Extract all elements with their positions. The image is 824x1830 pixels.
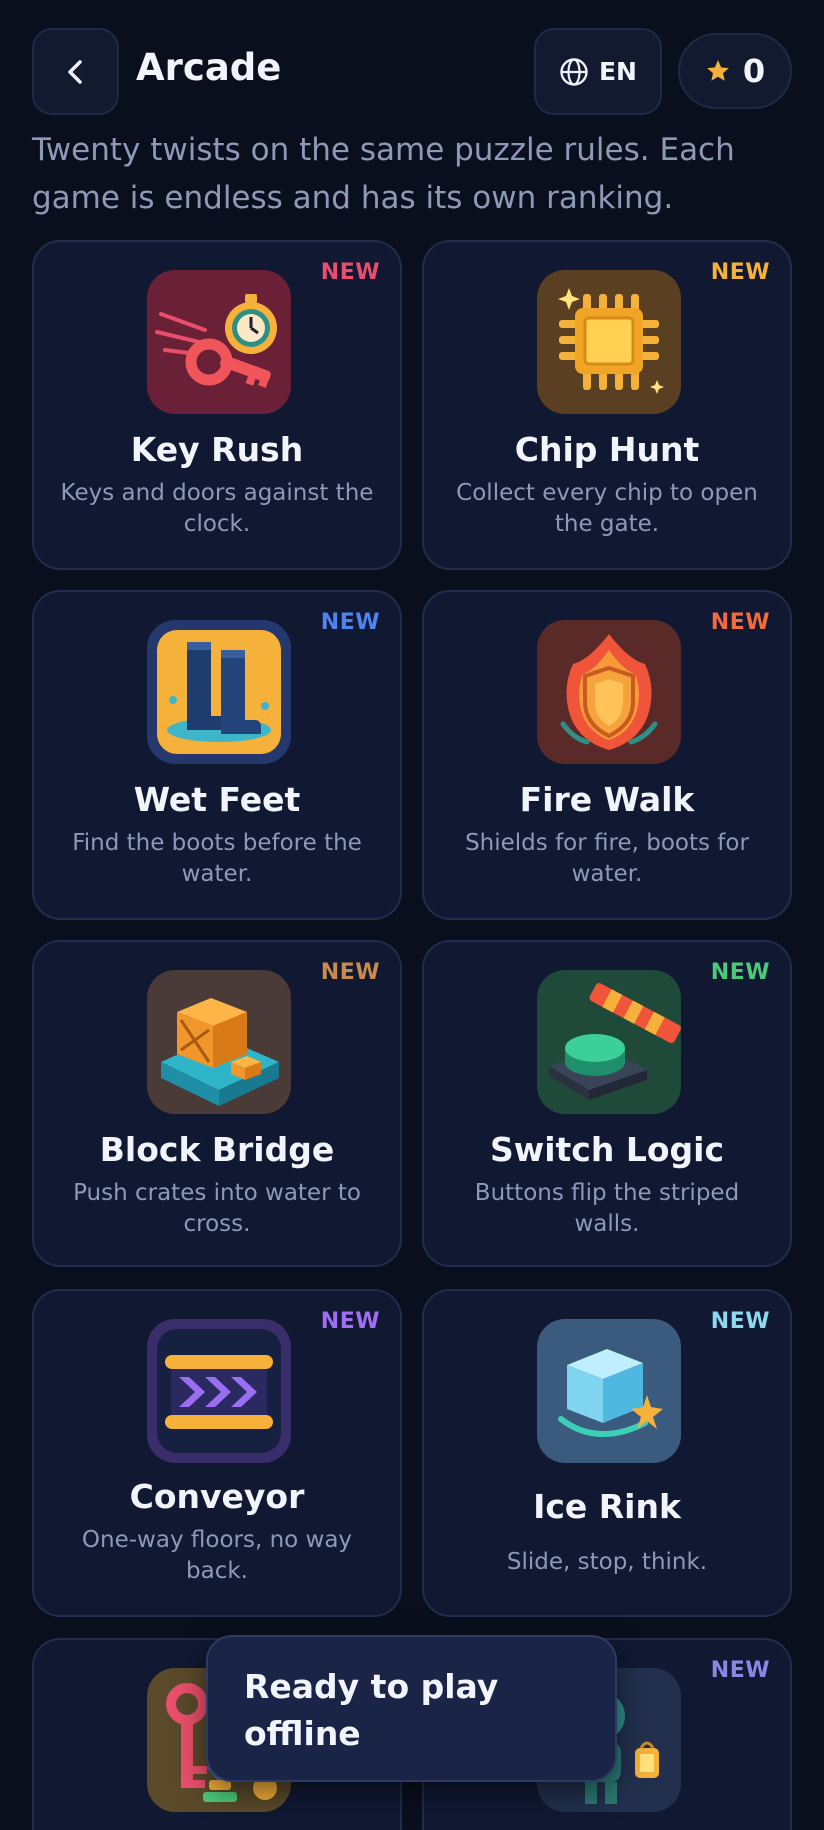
language-label: EN [598, 57, 637, 86]
game-description: Buttons flip the striped walls. [474, 1180, 740, 1237]
header: Arcade EN 0 [32, 28, 792, 116]
new-badge: NEW [320, 610, 380, 635]
game-description: Shields for fire, boots for water. [465, 830, 749, 887]
new-badge: NEW [710, 1309, 770, 1334]
key-stopwatch-icon [147, 270, 291, 414]
offline-ready-toast: Ready to play offline [206, 1635, 617, 1782]
new-badge: NEW [320, 1309, 380, 1334]
game-title: Ice Rink [533, 1487, 681, 1526]
game-card-ice-rink[interactable]: NEW Ice Rink Slide, stop, think. [422, 1289, 792, 1617]
game-card-wet-feet[interactable]: NEW Wet Feet Find the boots before the w… [32, 590, 402, 920]
chevron-left-icon [67, 59, 82, 84]
new-badge: NEW [710, 610, 770, 635]
game-title: Switch Logic [489, 1130, 725, 1169]
star-icon [707, 60, 729, 81]
game-card-chip-hunt[interactable]: NEW Chip Hunt Collect every chip to open… [422, 240, 792, 570]
star-counter[interactable]: 0 [678, 33, 792, 109]
game-description: Keys and doors against the clock. [60, 480, 374, 537]
page-subtitle: Twenty twists on the same puzzle rules. … [32, 132, 735, 216]
boots-icon [147, 620, 291, 764]
crate-water-icon [147, 970, 291, 1114]
new-badge: NEW [710, 260, 770, 285]
game-title: Fire Walk [519, 780, 695, 819]
game-description: Push crates into water to cross. [73, 1180, 361, 1237]
game-card-fire-walk[interactable]: NEW Fire Walk Shields for fire, boots fo… [422, 590, 792, 920]
game-title: Wet Feet [133, 780, 301, 819]
game-title: Chip Hunt [514, 430, 700, 469]
game-title: Key Rush [130, 430, 304, 469]
microchip-icon [537, 270, 681, 414]
game-description: One-way floors, no way back. [81, 1527, 353, 1584]
star-count: 0 [742, 52, 766, 90]
new-badge: NEW [320, 960, 380, 985]
page-title: Arcade [136, 46, 282, 89]
game-description: Collect every chip to open the gate. [456, 480, 758, 537]
conveyor-belt-icon [147, 1319, 291, 1463]
new-badge: NEW [710, 960, 770, 985]
globe-icon [560, 57, 588, 86]
new-badge: NEW [710, 1658, 770, 1683]
language-button[interactable]: EN [534, 28, 662, 115]
game-card-switch-logic[interactable]: NEW Switch Logic Buttons flip the stripe… [422, 940, 792, 1267]
game-description: Slide, stop, think. [506, 1549, 708, 1575]
game-title: Conveyor [129, 1477, 305, 1516]
back-button[interactable] [32, 28, 119, 115]
game-description: Find the boots before the water. [72, 830, 362, 887]
button-barrier-icon [537, 970, 681, 1114]
game-card-block-bridge[interactable]: NEW Block Bridge Push crates into water … [32, 940, 402, 1267]
game-card-key-rush[interactable]: NEW Key Rush Keys and doors against the … [32, 240, 402, 570]
game-card-conveyor[interactable]: NEW Conveyor One-way floors, no way back… [32, 1289, 402, 1617]
new-badge: NEW [320, 260, 380, 285]
fire-shield-icon [537, 620, 681, 764]
ice-cube-icon [537, 1319, 681, 1463]
game-title: Block Bridge [99, 1130, 335, 1169]
